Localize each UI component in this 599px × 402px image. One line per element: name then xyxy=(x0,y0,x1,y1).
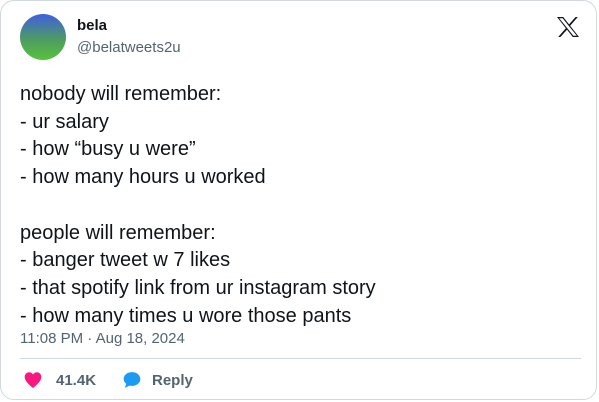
speech-bubble-icon xyxy=(123,372,141,388)
tweet-card: bela @belatweets2u nobody will remember:… xyxy=(0,0,597,400)
x-logo-icon[interactable] xyxy=(556,16,580,38)
divider xyxy=(20,358,581,359)
author-handle[interactable]: @belatweets2u xyxy=(77,39,181,56)
tweet-text: nobody will remember: - ur salary - how … xyxy=(20,83,376,327)
heart-icon xyxy=(24,372,42,388)
like-button[interactable]: 41.4K xyxy=(23,369,96,391)
author-display-name[interactable]: bela xyxy=(77,17,107,34)
reply-label: Reply xyxy=(152,371,193,389)
tweet-timestamp[interactable]: 11:08 PM · Aug 18, 2024 xyxy=(20,330,185,347)
avatar[interactable] xyxy=(20,14,66,60)
like-count: 41.4K xyxy=(56,371,97,389)
reply-button[interactable]: Reply xyxy=(122,369,193,391)
